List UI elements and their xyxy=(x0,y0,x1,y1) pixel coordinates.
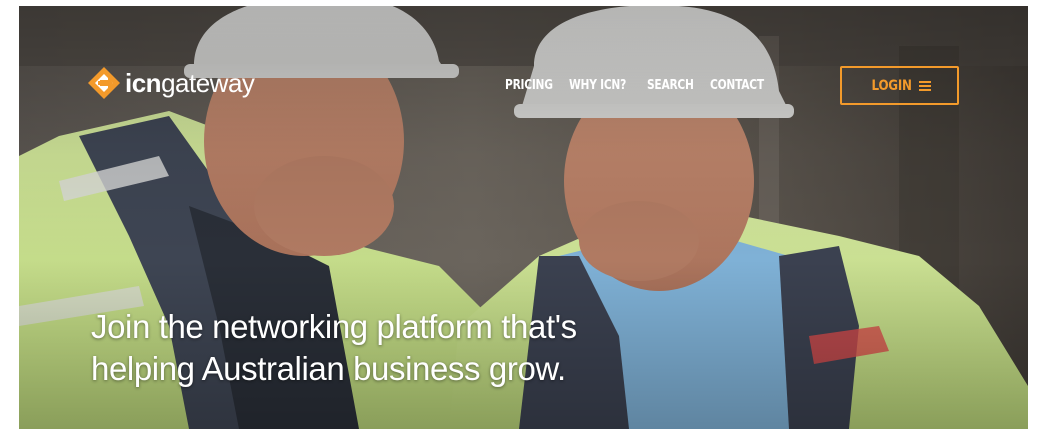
logo-text-bold: icn xyxy=(125,68,162,98)
logo-wordmark: icngateway xyxy=(125,68,255,98)
nav-link-pricing[interactable]: PRICING xyxy=(505,78,553,93)
icn-gateway-logo[interactable]: icngateway xyxy=(87,66,255,100)
nav-link-why-icn[interactable]: WHY ICN? xyxy=(569,78,626,93)
logo-text-light: gateway xyxy=(161,68,255,98)
login-button[interactable]: LOGIN xyxy=(840,66,959,105)
main-nav: PRICING WHY ICN? SEARCH CONTACT xyxy=(505,78,775,93)
site-header: icngateway PRICING WHY ICN? SEARCH CONTA… xyxy=(19,6,1028,126)
page: icngateway PRICING WHY ICN? SEARCH CONTA… xyxy=(0,0,1041,431)
hero-banner: icngateway PRICING WHY ICN? SEARCH CONTA… xyxy=(19,6,1028,429)
icn-logo-mark-icon xyxy=(88,67,120,99)
login-label: LOGIN xyxy=(871,77,912,94)
menu-icon xyxy=(919,80,932,91)
hero-headline-line-1: Join the networking platform that's xyxy=(91,308,577,345)
hero-headline: Join the networking platform that's help… xyxy=(91,306,711,390)
nav-link-search[interactable]: SEARCH xyxy=(647,78,694,93)
hero-headline-line-2: helping Australian business grow. xyxy=(91,350,566,387)
nav-link-contact[interactable]: CONTACT xyxy=(710,78,764,93)
